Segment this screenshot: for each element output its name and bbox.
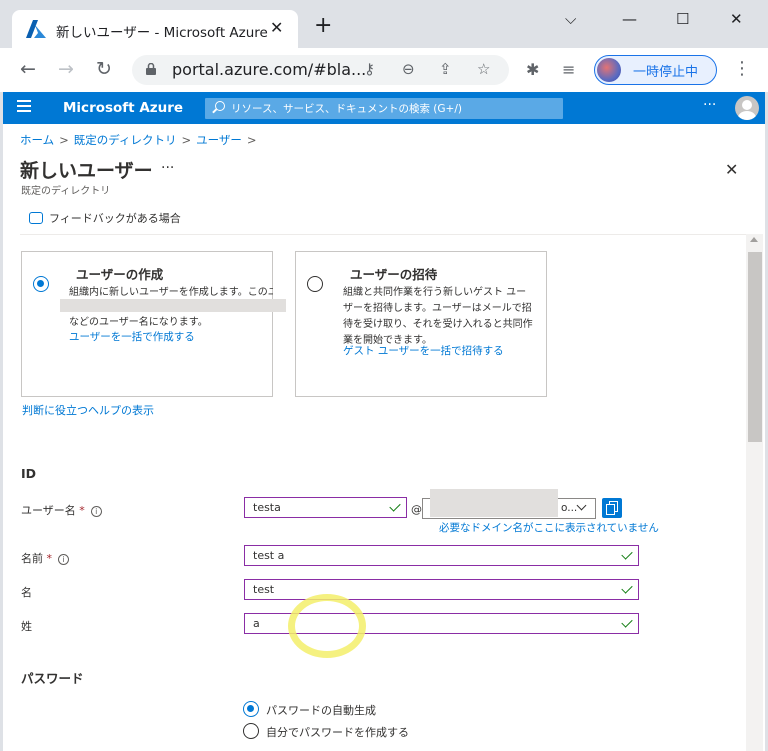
scroll-up-icon[interactable] (750, 237, 758, 242)
first-name-field[interactable] (244, 579, 639, 600)
auto-password-radio[interactable] (243, 701, 259, 717)
scrollbar-thumb[interactable] (748, 252, 762, 442)
azure-header: Microsoft Azure ··· (3, 92, 765, 124)
divider (20, 234, 746, 235)
azure-brand[interactable]: Microsoft Azure (63, 100, 183, 116)
domain-dropdown[interactable]: o... (422, 489, 596, 519)
back-icon[interactable]: ← (20, 58, 36, 80)
breadcrumb-directory[interactable]: 既定のディレクトリ (74, 133, 177, 147)
name-field[interactable] (244, 545, 639, 566)
first-name-input[interactable] (245, 580, 638, 599)
feedback-button[interactable]: フィードバックがある場合 (29, 210, 181, 226)
new-tab-icon[interactable]: + (314, 15, 332, 37)
scrollbar[interactable] (746, 234, 763, 751)
create-user-desc-2: などのユーザー名になります。 (69, 317, 208, 328)
page-title: 新しいユーザー (20, 160, 153, 182)
redacted-area (430, 489, 558, 517)
address-bar[interactable]: portal.azure.com/#bla... ⚷ ⊖ ⇪ ☆ (132, 55, 509, 85)
more-icon[interactable]: ··· (703, 97, 716, 113)
feedback-icon (29, 212, 43, 224)
first-name-label: 名 (21, 586, 32, 599)
info-icon[interactable]: i (90, 506, 102, 517)
invite-user-radio[interactable] (307, 276, 323, 292)
last-name-input[interactable] (245, 614, 638, 633)
browser-tab-bar: 新しいユーザー - Microsoft Azure ✕ + ⌵ — ☐ ✕ (0, 0, 768, 48)
last-name-field[interactable] (244, 613, 639, 634)
tab-title: 新しいユーザー - Microsoft Azure (56, 25, 268, 41)
extensions-icon[interactable]: ✱ (526, 60, 539, 79)
hamburger-icon[interactable] (17, 100, 31, 112)
redacted-area (60, 299, 286, 312)
invite-user-option[interactable]: ユーザーの招待 組織と共同作業を行う新しいゲスト ユーザーを招待します。ユーザー… (295, 251, 547, 397)
breadcrumb-sep: > (59, 133, 69, 147)
name-label: 名前 * i (21, 550, 69, 566)
username-label: ユーザー名 * i (21, 502, 102, 518)
page-subtitle: 既定のディレクトリ (21, 186, 111, 197)
info-icon[interactable]: i (58, 554, 69, 565)
breadcrumb: ホーム > 既定のディレクトリ > ユーザー > (20, 132, 262, 148)
url-text[interactable]: portal.azure.com/#bla... (172, 60, 366, 79)
required-mark: * (79, 504, 85, 517)
username-label-text: ユーザー名 (21, 504, 76, 517)
bulk-create-link[interactable]: ユーザーを一括で作成する (69, 329, 195, 344)
lock-icon (146, 63, 156, 75)
create-user-radio[interactable] (33, 276, 49, 292)
manual-password-label[interactable]: 自分でパスワードを作成する (266, 724, 409, 740)
chevron-down-icon (576, 500, 587, 511)
domain-value: o... (561, 502, 578, 514)
azure-logo-icon (26, 20, 46, 38)
breadcrumb-sep: > (246, 133, 257, 147)
profile-button[interactable]: 一時停止中 (594, 55, 717, 85)
breadcrumb-home[interactable]: ホーム (20, 133, 54, 147)
feedback-label: フィードバックがある場合 (49, 212, 181, 225)
maximize-icon[interactable]: ☐ (676, 10, 689, 28)
domain-hint-link[interactable]: 必要なドメイン名がここに表示されていません (439, 520, 659, 535)
name-label-text: 名前 (21, 552, 43, 565)
media-icon[interactable]: ≡ (562, 60, 575, 79)
password-section-heading: パスワード (21, 671, 84, 686)
profile-label: 一時停止中 (633, 65, 699, 80)
name-input[interactable] (245, 546, 638, 565)
manual-password-radio[interactable] (243, 723, 259, 739)
zoom-icon[interactable]: ⊖ (402, 60, 415, 78)
breadcrumb-sep: > (181, 133, 192, 147)
minimize-icon[interactable]: — (622, 10, 637, 28)
search-input[interactable] (231, 98, 556, 119)
global-search[interactable] (205, 98, 563, 119)
menu-icon[interactable]: ⋮ (733, 58, 751, 79)
last-name-label: 姓 (21, 620, 32, 633)
copy-icon[interactable] (602, 498, 622, 518)
decision-help-link[interactable]: 判断に役立つヘルプの表示 (22, 402, 154, 418)
reload-icon[interactable]: ↻ (96, 58, 112, 80)
new-user-blade: ホーム > 既定のディレクトリ > ユーザー > 新しいユーザー ··· 既定のディレクト… (3, 124, 765, 751)
share-icon[interactable]: ⇪ (439, 60, 452, 78)
breadcrumb-users[interactable]: ユーザー (196, 133, 242, 147)
username-input[interactable] (245, 498, 406, 517)
at-sign: @ (411, 503, 422, 516)
tab-search-icon[interactable]: ⌵ (565, 10, 576, 28)
invite-user-desc: 組織と共同作業を行う新しいゲスト ユーザーを招待します。ユーザーはメールで招待を… (343, 287, 533, 346)
key-icon[interactable]: ⚷ (364, 60, 375, 78)
browser-toolbar: ← → ↻ portal.azure.com/#bla... ⚷ ⊖ ⇪ ☆ ✱… (0, 48, 768, 92)
browser-tab[interactable]: 新しいユーザー - Microsoft Azure ✕ (12, 10, 298, 48)
avatar (597, 58, 621, 82)
search-icon (215, 101, 225, 111)
auto-password-label[interactable]: パスワードの自動生成 (266, 702, 376, 718)
create-user-option[interactable]: ユーザーの作成 組織内に新しいユーザーを作成します。このユー などのユーザー名に… (21, 251, 286, 397)
username-field[interactable] (244, 497, 407, 518)
id-section-heading: ID (21, 466, 37, 481)
required-mark: * (46, 552, 53, 565)
bulk-invite-link[interactable]: ゲスト ユーザーを一括で招待する (343, 343, 504, 358)
invite-user-title: ユーザーの招待 (350, 267, 438, 282)
user-avatar[interactable] (735, 96, 759, 120)
star-icon[interactable]: ☆ (477, 60, 490, 78)
window-close-icon[interactable]: ✕ (730, 10, 743, 28)
create-user-title: ユーザーの作成 (76, 267, 164, 282)
close-tab-icon[interactable]: ✕ (270, 18, 283, 37)
forward-icon[interactable]: → (58, 58, 74, 80)
more-icon[interactable]: ··· (161, 160, 174, 176)
close-icon[interactable]: ✕ (725, 160, 738, 179)
